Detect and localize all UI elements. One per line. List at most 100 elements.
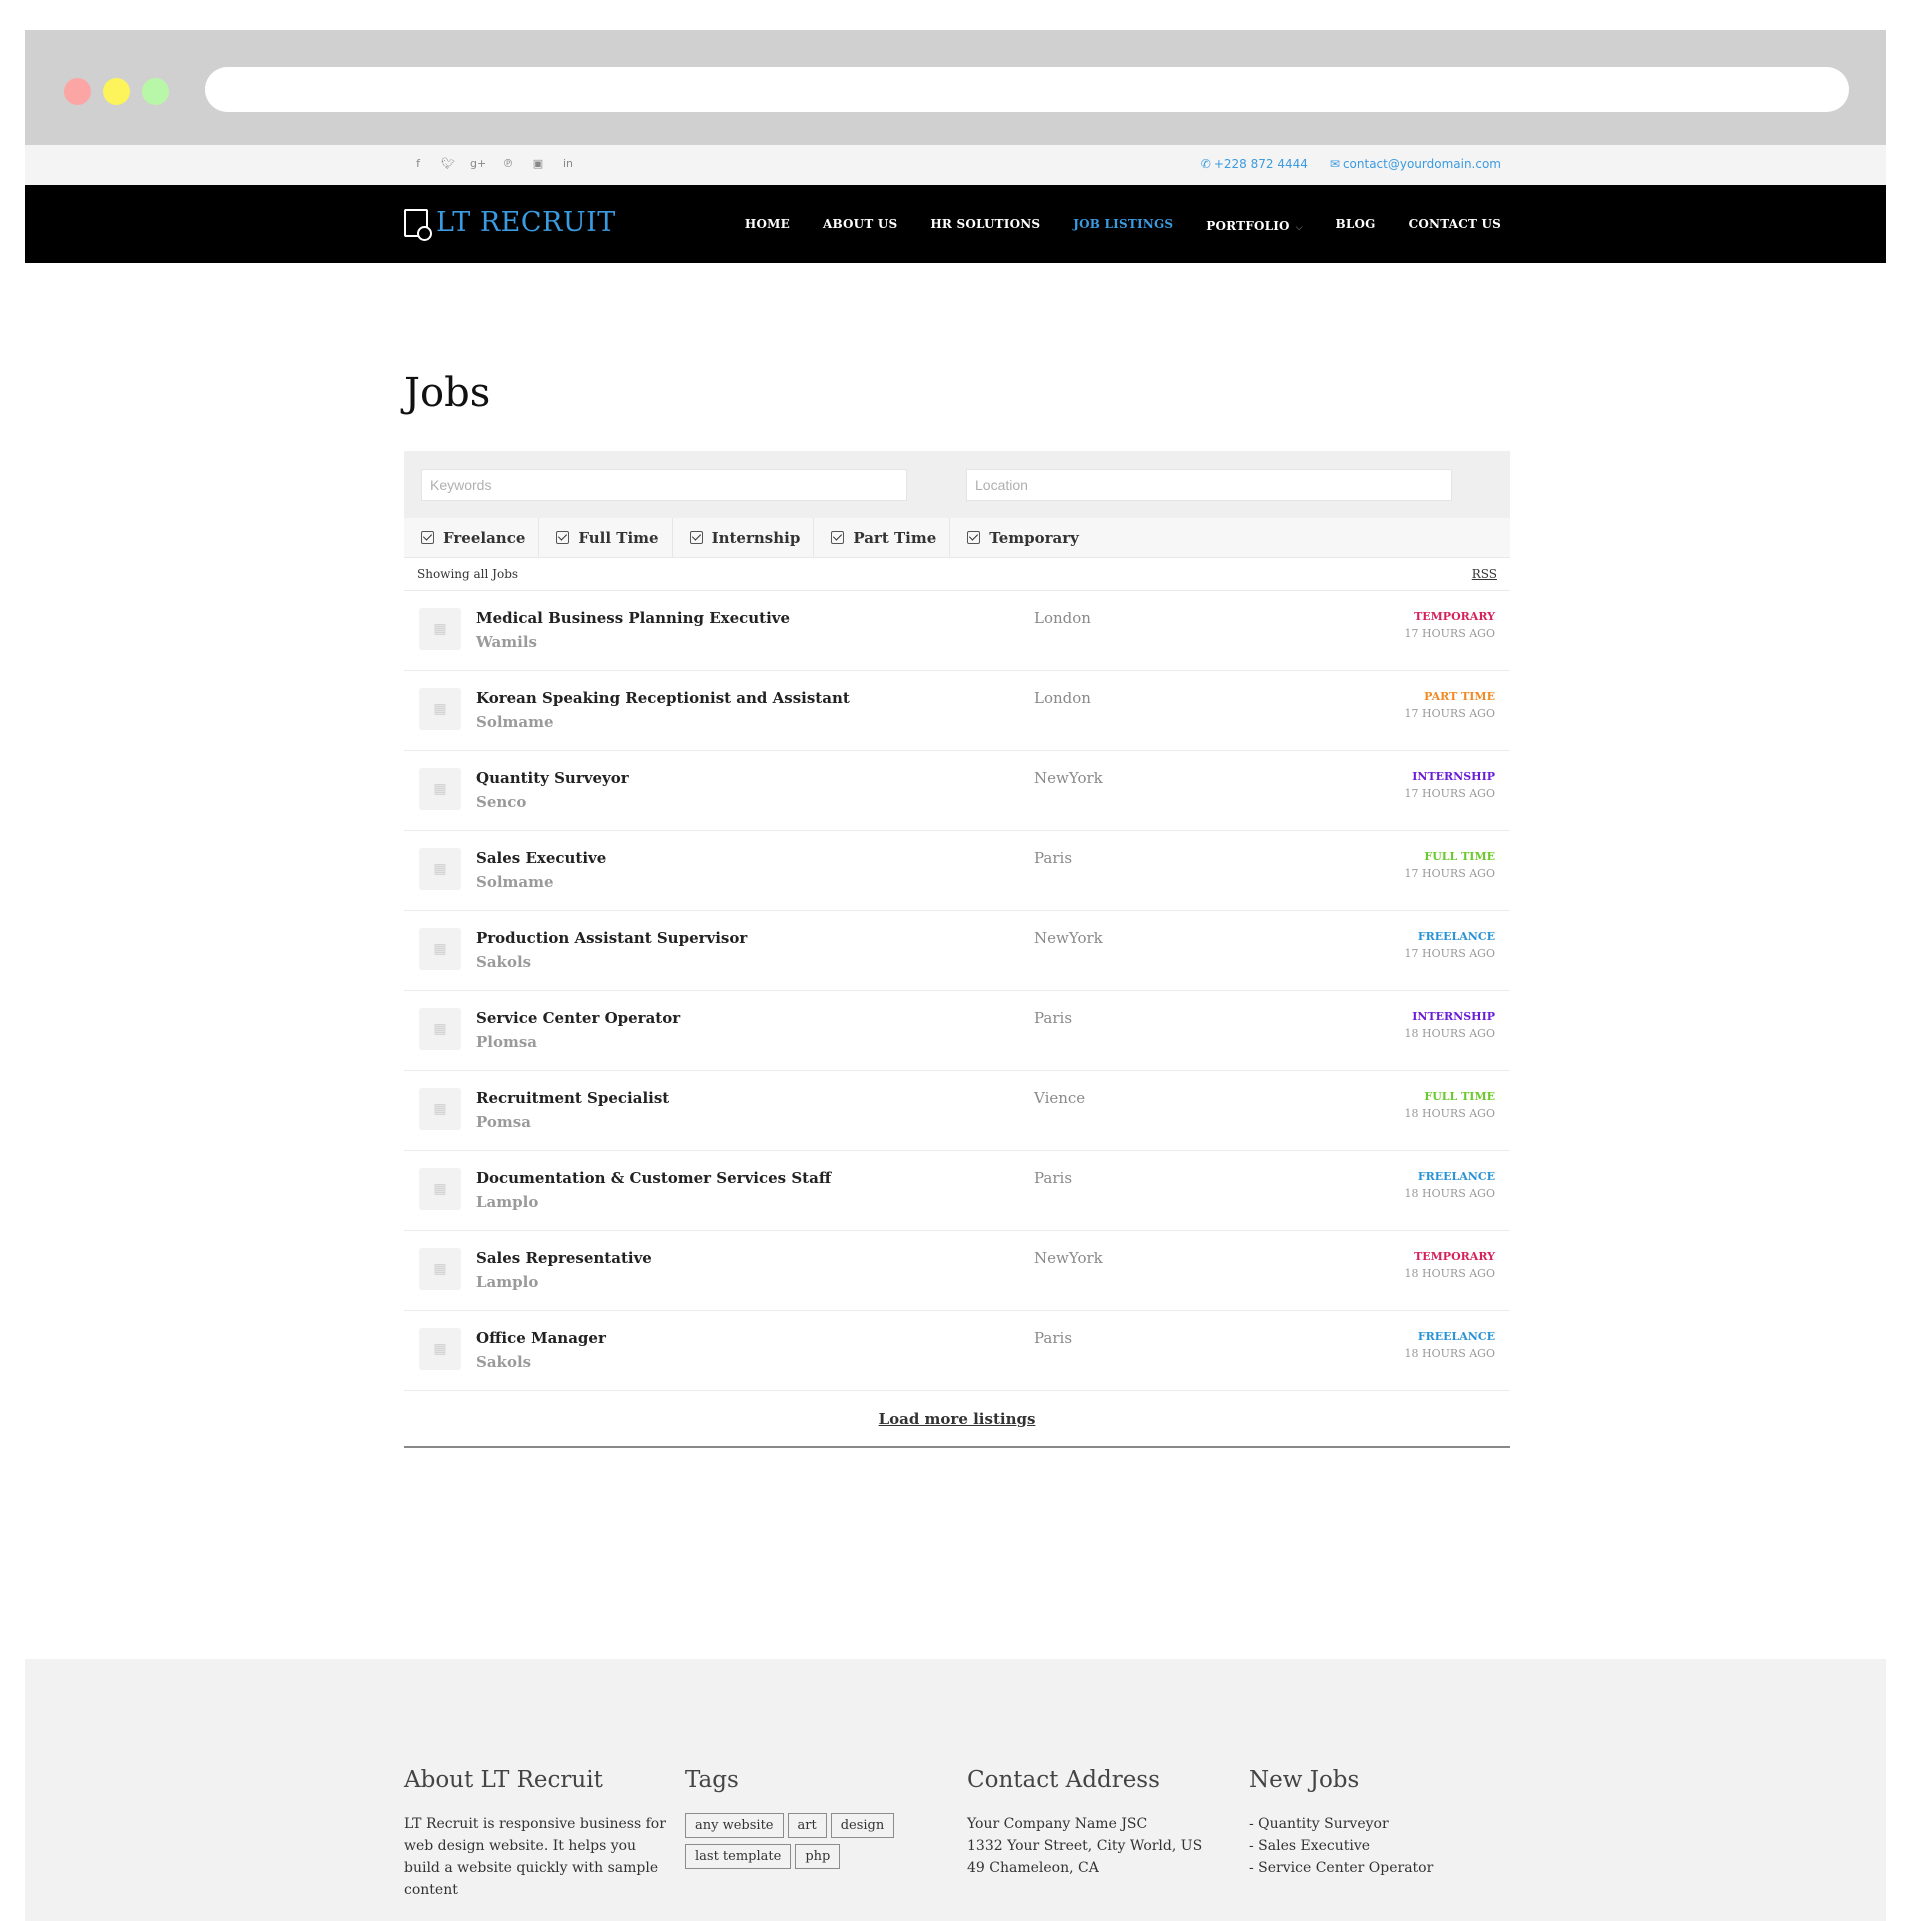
filter-full-time[interactable]: Full Time [539, 518, 673, 557]
google-plus-icon[interactable]: g+ [470, 157, 486, 170]
job-company: Solmame [476, 873, 554, 891]
job-row[interactable]: ▦ Recruitment Specialist Pomsa Vience FU… [404, 1071, 1510, 1151]
nav-job-listings[interactable]: JOB LISTINGS [1073, 217, 1173, 231]
nav-portfolio-wrap[interactable]: PORTFOLIO ⌵ [1206, 215, 1302, 234]
facebook-icon[interactable]: f [410, 157, 426, 170]
twitter-icon[interactable]: 🐦︎ [440, 157, 456, 170]
job-company: Wamils [476, 633, 537, 651]
job-type-badge: TEMPORARY [1414, 610, 1495, 623]
job-row[interactable]: ▦ Quantity Surveyor Senco NewYork INTERN… [404, 751, 1510, 831]
company-logo-placeholder-icon: ▦ [419, 688, 461, 730]
site-logo[interactable]: LT RECRUIT [404, 207, 616, 241]
nav-contact-us[interactable]: CONTACT US [1409, 217, 1501, 231]
checkbox-icon[interactable] [689, 531, 703, 544]
job-title[interactable]: Office Manager [476, 1329, 606, 1347]
load-more-button[interactable]: Load more listings [879, 1410, 1036, 1428]
company-logo-placeholder-icon: ▦ [419, 848, 461, 890]
footer-new-jobs: New Jobs - Quantity Surveyor - Sales Exe… [1249, 1767, 1509, 1879]
job-row[interactable]: ▦ Korean Speaking Receptionist and Assis… [404, 671, 1510, 751]
job-posted-date: 17 HOURS AGO [1404, 627, 1495, 640]
checkbox-icon[interactable] [556, 531, 570, 544]
job-search-bar [404, 451, 1510, 518]
location-input[interactable] [966, 469, 1452, 501]
email-text: contact@yourdomain.com [1342, 157, 1501, 171]
site-footer: About LT Recruit LT Recruit is responsiv… [25, 1659, 1886, 1921]
job-row[interactable]: ▦ Service Center Operator Plomsa Paris I… [404, 991, 1510, 1071]
top-email[interactable]: ✉ contact@yourdomain.com [1330, 157, 1501, 171]
job-company: Sakols [476, 953, 532, 971]
rss-link[interactable]: RSS [1472, 567, 1497, 581]
minimize-window-dot[interactable] [103, 78, 130, 105]
job-title[interactable]: Quantity Surveyor [476, 769, 629, 787]
job-title[interactable]: Production Assistant Supervisor [476, 929, 747, 947]
job-title[interactable]: Sales Representative [476, 1249, 652, 1267]
social-links: f 🐦︎ g+ ℗ ▣ in [410, 157, 576, 170]
job-row[interactable]: ▦ Production Assistant Supervisor Sakols… [404, 911, 1510, 991]
tag-link[interactable]: any website [685, 1813, 784, 1838]
job-type-badge: FULL TIME [1424, 850, 1495, 863]
browser-chrome [25, 30, 1886, 145]
job-title[interactable]: Medical Business Planning Executive [476, 609, 790, 627]
job-type-badge: FREELANCE [1417, 1330, 1495, 1343]
nav-home[interactable]: HOME [745, 217, 790, 231]
listing-status-bar: Showing all Jobs RSS [404, 558, 1510, 591]
pinterest-icon[interactable]: ℗ [500, 157, 516, 170]
filter-label: Temporary [989, 528, 1079, 547]
job-row[interactable]: ▦ Documentation & Customer Services Staf… [404, 1151, 1510, 1231]
youtube-icon[interactable]: ▣ [530, 157, 546, 170]
address-bar[interactable] [205, 67, 1849, 112]
logo-text: LT RECRUIT [436, 207, 616, 238]
job-title[interactable]: Recruitment Specialist [476, 1089, 669, 1107]
nav-about-us[interactable]: ABOUT US [823, 217, 897, 231]
filter-label: Freelance [443, 528, 526, 547]
footer-about: About LT Recruit LT Recruit is responsiv… [404, 1767, 666, 1901]
showing-text: Showing all Jobs [417, 567, 519, 581]
filter-freelance[interactable]: Freelance [404, 518, 540, 557]
nav-portfolio[interactable]: PORTFOLIO [1206, 219, 1289, 233]
new-job-link[interactable]: - Quantity Surveyor [1249, 1813, 1509, 1835]
job-location: London [1034, 609, 1091, 627]
checkbox-icon[interactable] [967, 531, 981, 544]
job-location: NewYork [1034, 1249, 1103, 1267]
checkbox-icon[interactable] [831, 531, 845, 544]
job-location: Paris [1034, 1009, 1073, 1027]
job-row[interactable]: ▦ Sales Executive Solmame Paris FULL TIM… [404, 831, 1510, 911]
nav-hr-solutions[interactable]: HR SOLUTIONS [930, 217, 1040, 231]
job-company: Lamplo [476, 1273, 539, 1291]
tag-link[interactable]: art [787, 1813, 827, 1838]
job-title[interactable]: Service Center Operator [476, 1009, 680, 1027]
tag-link[interactable]: last template [685, 1844, 792, 1869]
linkedin-icon[interactable]: in [560, 157, 576, 170]
load-more-bar: Load more listings [404, 1391, 1510, 1448]
close-window-dot[interactable] [64, 78, 91, 105]
job-row[interactable]: ▦ Medical Business Planning Executive Wa… [404, 591, 1510, 671]
filter-temporary[interactable]: Temporary [950, 518, 1092, 557]
footer-contact-heading: Contact Address [967, 1767, 1160, 1793]
job-title[interactable]: Korean Speaking Receptionist and Assista… [476, 689, 850, 707]
chevron-down-icon: ⌵ [1295, 222, 1303, 233]
primary-nav: HOME ABOUT US HR SOLUTIONS JOB LISTINGS … [745, 185, 1501, 263]
new-job-link[interactable]: - Sales Executive [1249, 1835, 1509, 1857]
tag-cloud: any website art design last template php [685, 1813, 915, 1869]
nav-blog[interactable]: BLOG [1336, 217, 1376, 231]
footer-tags-heading: Tags [685, 1767, 739, 1793]
footer-contact-lines: Your Company Name JSC 1332 Your Street, … [967, 1813, 1227, 1879]
job-title[interactable]: Sales Executive [476, 849, 606, 867]
tag-link[interactable]: php [795, 1844, 841, 1869]
job-company: Pomsa [476, 1113, 531, 1131]
job-row[interactable]: ▦ Office Manager Sakols Paris FREELANCE … [404, 1311, 1510, 1391]
job-posted-date: 18 HOURS AGO [1404, 1107, 1495, 1120]
tag-link[interactable]: design [830, 1813, 895, 1838]
job-title[interactable]: Documentation & Customer Services Staff [476, 1169, 831, 1187]
checkbox-icon[interactable] [421, 531, 434, 544]
filter-internship[interactable]: Internship [673, 518, 815, 557]
job-posted-date: 18 HOURS AGO [1404, 1347, 1495, 1360]
maximize-window-dot[interactable] [142, 78, 169, 105]
new-job-link[interactable]: - Service Center Operator [1249, 1857, 1509, 1879]
job-posted-date: 17 HOURS AGO [1404, 787, 1495, 800]
top-info-bar: f 🐦︎ g+ ℗ ▣ in ✆ +228 872 4444 ✉ contact@y… [25, 145, 1886, 185]
keywords-input[interactable] [421, 469, 907, 501]
top-phone[interactable]: ✆ +228 872 4444 [1201, 157, 1308, 171]
job-row[interactable]: ▦ Sales Representative Lamplo NewYork TE… [404, 1231, 1510, 1311]
filter-part-time[interactable]: Part Time [814, 518, 951, 557]
